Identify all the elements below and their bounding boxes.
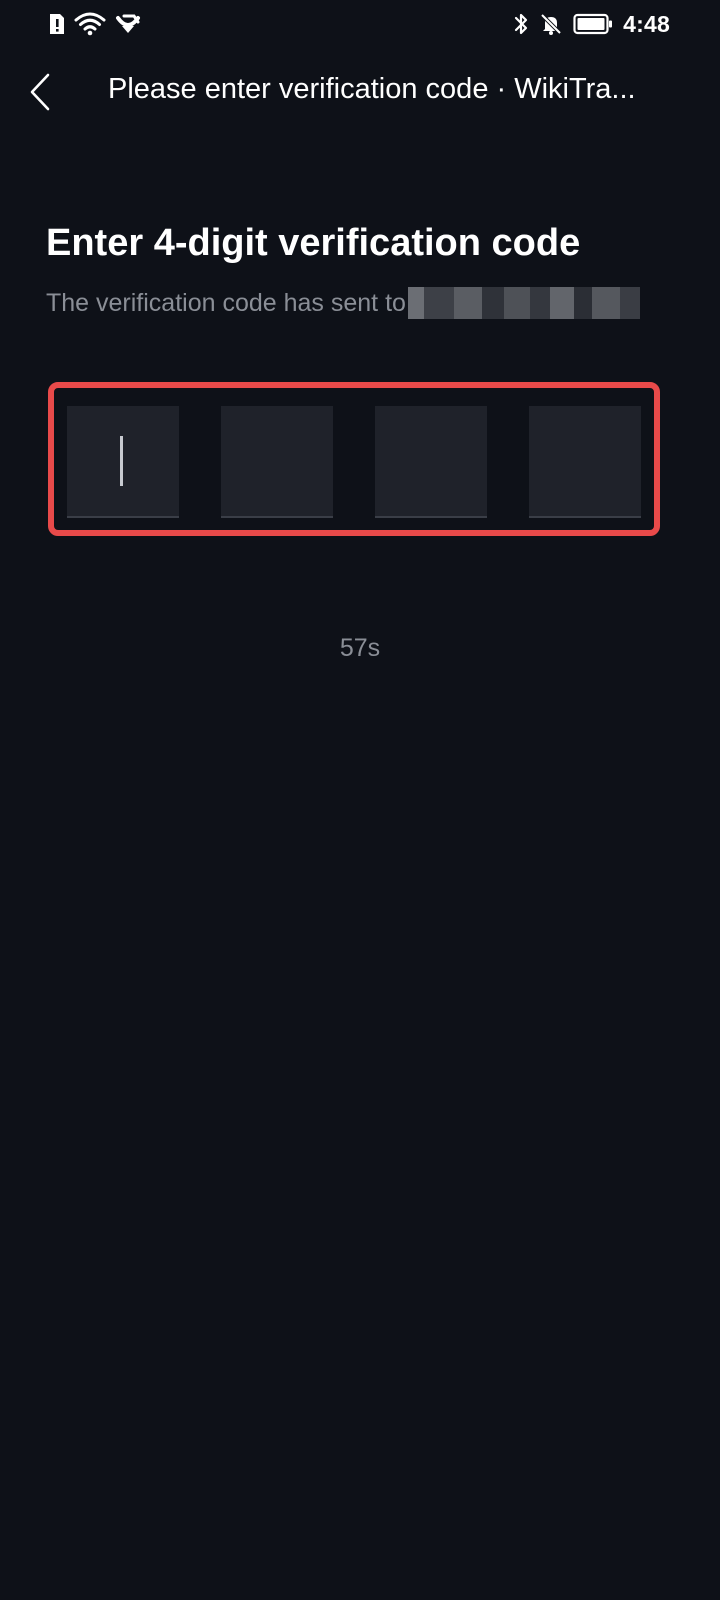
resend-countdown: 57s [339, 634, 381, 662]
code-entry-group [48, 382, 660, 536]
code-digit-4-input[interactable] [529, 406, 641, 518]
back-button[interactable] [14, 66, 66, 118]
redacted-recipient [407, 287, 640, 319]
text-cursor [120, 436, 123, 486]
notifications-off-icon [539, 12, 563, 36]
wifi-icon [74, 11, 106, 37]
sim-alert-icon [48, 12, 66, 36]
bluetooth-icon [513, 12, 529, 36]
hotspot-icon [114, 12, 142, 36]
code-digit-2-input[interactable] [221, 406, 333, 518]
chevron-left-icon [28, 72, 52, 112]
verification-screen: 4:48 Please enter verification code · Wi… [0, 0, 720, 1600]
page-title: Enter 4-digit verification code [46, 222, 581, 264]
status-right-icons: 4:48 [513, 10, 670, 38]
code-digit-1-input[interactable] [67, 406, 179, 518]
nav-title: Please enter verification code · WikiTra… [108, 73, 636, 105]
code-digit-3-input[interactable] [375, 406, 487, 518]
status-time: 4:48 [623, 10, 670, 37]
battery-icon [573, 13, 613, 35]
status-bar: 4:48 [0, 0, 720, 50]
status-left-icons [48, 10, 142, 38]
sent-to-row: The verification code has sent to [46, 286, 640, 320]
nav-bar: Please enter verification code · WikiTra… [0, 58, 720, 126]
sent-to-label: The verification code has sent to [46, 288, 406, 317]
